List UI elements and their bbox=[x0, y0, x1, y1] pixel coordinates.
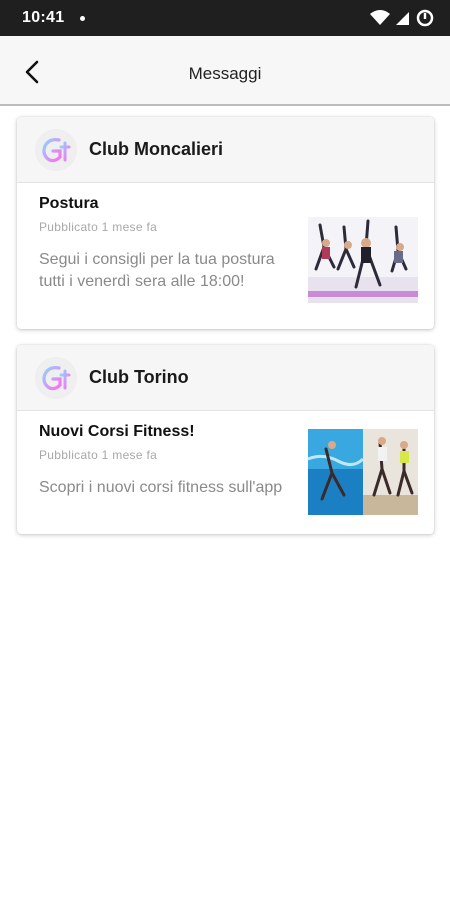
page-title: Messaggi bbox=[188, 64, 262, 83]
message-date: Pubblicato 1 mese fa bbox=[39, 448, 158, 462]
status-bar: 10:41 bbox=[0, 0, 450, 36]
message-text: Scopri i nuovi corsi fitness sull'app bbox=[39, 479, 283, 496]
app-bar: Messaggi bbox=[0, 36, 450, 106]
wifi-icon bbox=[370, 10, 390, 25]
club-logo bbox=[35, 129, 77, 171]
card-header: Club Moncalieri bbox=[17, 117, 434, 183]
notification-dot-icon bbox=[80, 16, 85, 21]
club-name: Club Torino bbox=[89, 367, 189, 387]
status-icons bbox=[370, 8, 434, 28]
signal-icon bbox=[396, 12, 409, 25]
message-card[interactable]: Club Moncalieri Postura Pubblicato 1 mes… bbox=[17, 117, 434, 329]
card-header: Club Torino bbox=[17, 345, 434, 411]
message-title: Nuovi Corsi Fitness! bbox=[39, 423, 195, 440]
message-card[interactable]: Club Torino Nuovi Corsi Fitness! Pubblic… bbox=[17, 345, 434, 534]
message-text: Segui i consigli per la tua postura tutt… bbox=[39, 251, 275, 290]
message-date: Pubblicato 1 mese fa bbox=[39, 220, 158, 234]
club-name: Club Moncalieri bbox=[89, 139, 224, 159]
fitness-class-image bbox=[308, 429, 418, 515]
yoga-class-image bbox=[308, 217, 418, 303]
club-logo bbox=[35, 357, 77, 399]
battery-saver-icon bbox=[416, 9, 434, 27]
status-time: 10:41 bbox=[22, 9, 65, 26]
message-title: Postura bbox=[39, 195, 99, 212]
